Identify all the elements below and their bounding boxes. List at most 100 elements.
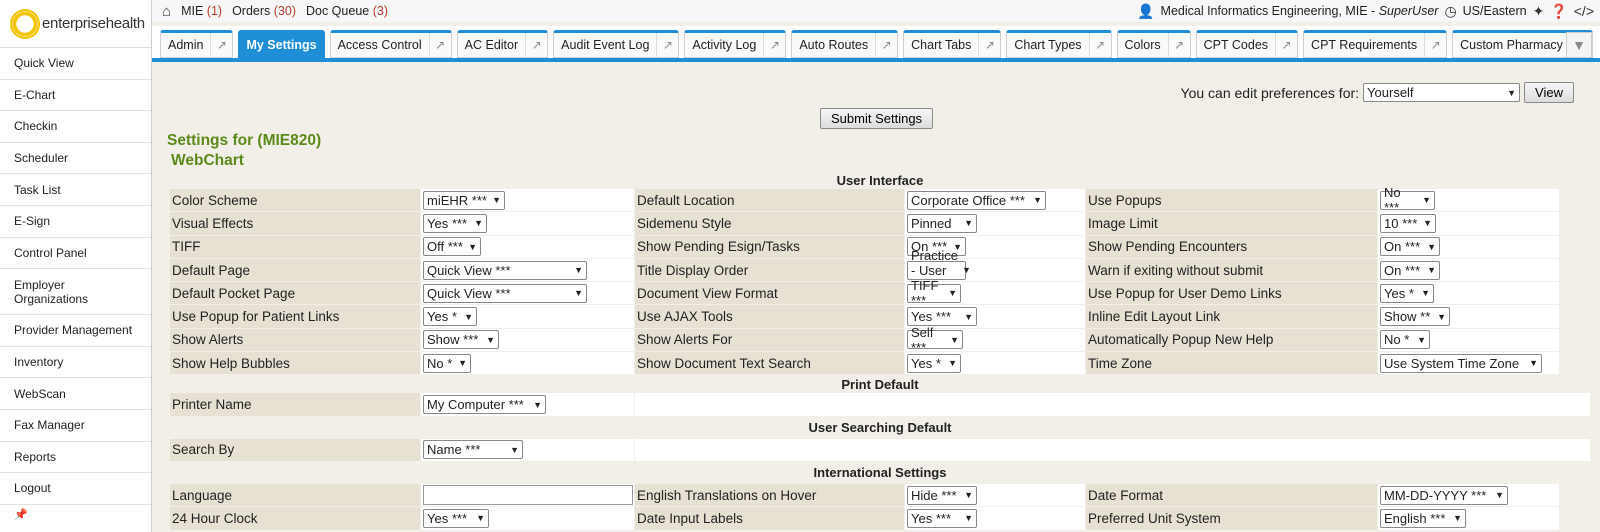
open-link-icon[interactable]: ↗: [1275, 33, 1297, 57]
24-hour-clock-select[interactable]: Yes *** ▼: [423, 508, 489, 528]
title-display-order-select[interactable]: Practice - User ***▼: [907, 248, 971, 293]
default-page-select[interactable]: Quick View *** ▼: [423, 260, 587, 280]
sidebar-item-scheduler[interactable]: Scheduler: [0, 143, 151, 175]
default-page-label: Default Page: [170, 258, 421, 283]
preferences-select[interactable]: Yourself ▼: [1363, 83, 1521, 102]
chevron-down-icon: ▼: [964, 311, 973, 322]
chevron-down-icon: ▼: [1453, 513, 1462, 524]
sidebar-item-e-sign[interactable]: E-Sign: [0, 206, 151, 238]
sidebar-item-quick-view[interactable]: Quick View: [0, 48, 151, 80]
code-icon[interactable]: </>: [1574, 3, 1594, 19]
tab-audit-event-log[interactable]: Audit Event Log ↗: [553, 30, 680, 58]
home-icon[interactable]: ⌂: [162, 3, 171, 20]
date-format-select[interactable]: MM-DD-YYYY *** ▼: [1380, 485, 1508, 505]
open-link-icon[interactable]: ↗: [763, 33, 785, 57]
sidebar-item-employer-organizations[interactable]: Employer Organizations: [0, 269, 151, 316]
sidebar-item-provider-management[interactable]: Provider Management: [0, 315, 151, 347]
automatically-popup-new-help-label: Automatically Popup New Help: [1086, 328, 1378, 353]
tab-cpt-codes[interactable]: CPT Codes ↗: [1195, 30, 1299, 58]
sidebar-item-control-panel[interactable]: Control Panel: [0, 238, 151, 270]
tab-label: Access Control: [337, 38, 422, 52]
default-location-select[interactable]: Corporate Office *** ▼: [907, 190, 1046, 210]
show-pending-encounters-select[interactable]: On *** ▼: [1380, 237, 1440, 257]
use-ajax-tools-label: Use AJAX Tools: [635, 305, 905, 329]
sidemenu-style-select[interactable]: Pinned ▼: [907, 213, 977, 233]
english-translations-on-hover-select[interactable]: Hide *** ▼: [907, 485, 977, 505]
tab-ac-editor[interactable]: AC Editor ↗: [456, 30, 549, 58]
printer-row: Printer Name My Computer *** ▼: [170, 393, 1590, 417]
use-popup-for-user-demo-links-select[interactable]: Yes * ▼: [1380, 283, 1434, 303]
open-link-icon[interactable]: ↗: [875, 33, 897, 57]
tab-access-control[interactable]: Access Control ↗: [329, 30, 452, 58]
sidebar-item-logout[interactable]: Logout: [0, 473, 151, 505]
logo[interactable]: enterprisehealth: [0, 0, 151, 48]
tab-label: Chart Types: [1014, 38, 1082, 52]
use-popup-for-patient-links-select[interactable]: Yes * ▼: [423, 307, 477, 327]
printer-select[interactable]: My Computer *** ▼: [423, 395, 546, 415]
use-popup-for-user-demo-links-label: Use Popup for User Demo Links: [1086, 282, 1378, 306]
sidebar-item-reports[interactable]: Reports: [0, 442, 151, 474]
tiff-select[interactable]: Off *** ▼: [423, 237, 481, 257]
mie-link[interactable]: MIE (1): [181, 4, 222, 18]
sidebar-item-checkin[interactable]: Checkin: [0, 111, 151, 143]
chevron-down-icon: ▼: [1423, 218, 1432, 229]
show-help-bubbles-select[interactable]: No * ▼: [423, 353, 471, 373]
automatically-popup-new-help-select[interactable]: No * ▼: [1380, 330, 1430, 350]
tab-chart-types[interactable]: Chart Types ↗: [1006, 30, 1112, 58]
show-alerts-select[interactable]: Show *** ▼: [423, 330, 499, 350]
sidebar-item-webscan[interactable]: WebScan: [0, 378, 151, 410]
open-link-icon[interactable]: ↗: [1167, 33, 1190, 57]
color-scheme-select[interactable]: miEHR *** ▼: [423, 190, 505, 210]
visual-effects-select[interactable]: Yes *** ▼: [423, 213, 487, 233]
help-icon[interactable]: ❓: [1550, 3, 1567, 20]
use-popups-select[interactable]: No *** ▼: [1380, 185, 1435, 215]
show-document-text-search-select[interactable]: Yes * ▼: [907, 353, 961, 373]
tab-colors[interactable]: Colors ↗: [1116, 30, 1191, 58]
tab-admin[interactable]: Admin ↗: [160, 30, 234, 58]
default-pocket-page-select[interactable]: Quick View *** ▼: [423, 283, 587, 303]
show-alerts-for-select[interactable]: Self *** ▼: [907, 325, 963, 355]
show-alerts-label: Show Alerts: [170, 328, 421, 353]
preferred-unit-system-label: Preferred Unit System: [1086, 507, 1378, 531]
search-by-select[interactable]: Name *** ▼: [423, 440, 523, 460]
open-link-icon[interactable]: ↗: [656, 33, 678, 57]
chevron-down-icon: ▼: [1529, 358, 1538, 369]
timezone-label[interactable]: US/Eastern: [1463, 4, 1527, 18]
open-link-icon[interactable]: ↗: [525, 33, 547, 57]
date-input-labels-select[interactable]: Yes *** ▼: [907, 508, 977, 528]
orders-link[interactable]: Orders (30): [232, 4, 296, 18]
doc-queue-count: (3): [372, 4, 388, 18]
inline-edit-layout-link-select[interactable]: Show ** ▼: [1380, 307, 1450, 327]
tab-cpt-requirements[interactable]: CPT Requirements ↗: [1303, 30, 1448, 58]
default-location-label: Default Location: [635, 189, 905, 213]
open-link-icon[interactable]: ↗: [1088, 33, 1111, 57]
tab-my-settings[interactable]: My Settings: [238, 30, 325, 58]
sidebar-item-inventory[interactable]: Inventory: [0, 347, 151, 379]
sidebar-item-e-chart[interactable]: E-Chart: [0, 80, 151, 112]
time-zone-select[interactable]: Use System Time Zone ▼: [1380, 353, 1542, 373]
submit-settings-button[interactable]: Submit Settings: [820, 108, 934, 129]
user-info[interactable]: Medical Informatics Engineering, MIE - S…: [1161, 4, 1439, 18]
use-ajax-tools-select[interactable]: Yes *** ▼: [907, 307, 977, 327]
orders-count: (30): [273, 4, 296, 18]
open-link-icon[interactable]: ↗: [428, 33, 451, 57]
tab-auto-routes[interactable]: Auto Routes ↗: [791, 30, 899, 58]
scroll-down-icon[interactable]: ▼: [1566, 32, 1592, 58]
pin-icon[interactable]: 📌: [14, 508, 28, 521]
warn-if-exiting-without-submit-select[interactable]: On *** ▼: [1380, 260, 1440, 280]
preferred-unit-system-select[interactable]: English *** ▼: [1380, 508, 1466, 528]
tab-chart-tabs[interactable]: Chart Tabs ↗: [903, 30, 1002, 58]
sidebar-item-fax-manager[interactable]: Fax Manager: [0, 410, 151, 442]
mie-count: (1): [206, 4, 223, 18]
sidebar-item-task-list[interactable]: Task List: [0, 174, 151, 206]
view-button[interactable]: View: [1524, 82, 1574, 103]
open-link-icon[interactable]: ↗: [210, 33, 232, 57]
doc-queue-link[interactable]: Doc Queue (3): [306, 4, 388, 18]
open-link-icon[interactable]: ↗: [978, 33, 1000, 57]
language-input[interactable]: [423, 485, 633, 506]
image-limit-select[interactable]: 10 *** ▼: [1380, 213, 1436, 233]
tab-activity-log[interactable]: Activity Log ↗: [684, 30, 787, 58]
magic-wand-icon[interactable]: ✦: [1533, 3, 1545, 20]
document-view-format-select[interactable]: TIFF *** ▼: [907, 278, 961, 308]
open-link-icon[interactable]: ↗: [1424, 33, 1446, 57]
